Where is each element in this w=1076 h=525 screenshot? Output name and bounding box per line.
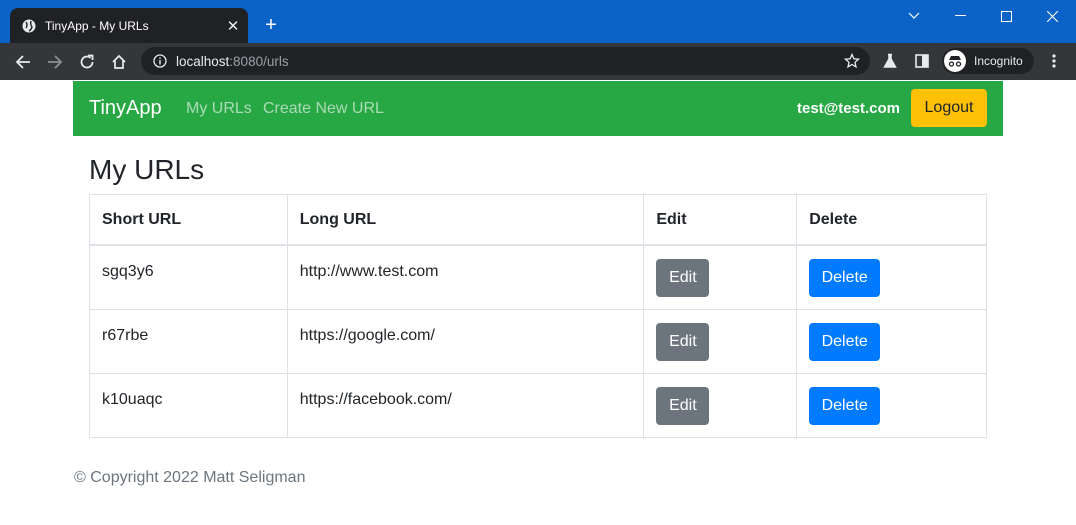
footer-copyright: © Copyright 2022 Matt Seligman [74, 469, 306, 486]
logout-button[interactable]: Logout [911, 89, 987, 127]
edit-cell: Edit [643, 372, 798, 438]
forward-icon[interactable] [44, 51, 66, 73]
edit-button[interactable]: Edit [656, 322, 710, 361]
browser-tab[interactable]: TinyApp - My URLs ✕ [10, 8, 248, 43]
table-row: k10uaqc https://facebook.com/ Edit Delet… [89, 372, 987, 438]
header-delete: Delete [796, 194, 987, 246]
short-url-cell: k10uaqc [89, 372, 288, 438]
window-close-icon[interactable] [1029, 0, 1075, 32]
back-icon[interactable] [12, 51, 34, 73]
delete-cell: Delete [796, 308, 987, 374]
labs-icon[interactable] [880, 51, 900, 71]
star-icon[interactable] [844, 53, 860, 69]
incognito-icon [944, 50, 966, 72]
incognito-badge[interactable]: Incognito [942, 48, 1034, 74]
close-icon[interactable]: ✕ [224, 17, 242, 35]
short-url-cell: r67rbe [89, 308, 288, 374]
user-email: test@test.com [797, 100, 900, 117]
browser-titlebar: TinyApp - My URLs ✕ + [0, 0, 1076, 43]
home-icon[interactable] [108, 51, 130, 73]
globe-icon [22, 19, 36, 33]
site-navbar: TinyApp My URLs Create New URL test@test… [73, 81, 1003, 136]
sidepanel-icon[interactable] [912, 51, 932, 71]
delete-cell: Delete [796, 244, 987, 310]
maximize-icon[interactable] [983, 0, 1029, 32]
table-row: sgq3y6 http://www.test.com Edit Delete [89, 244, 987, 310]
address-bar[interactable]: localhost:8080/urls [141, 47, 870, 75]
header-edit: Edit [643, 194, 798, 246]
nav-create-new-url[interactable]: Create New URL [263, 100, 384, 118]
delete-cell: Delete [796, 372, 987, 438]
table-row: r67rbe https://google.com/ Edit Delete [89, 308, 987, 374]
delete-button[interactable]: Delete [809, 258, 881, 297]
edit-cell: Edit [643, 308, 798, 374]
incognito-label: Incognito [974, 54, 1023, 68]
header-long-url: Long URL [286, 194, 645, 246]
long-url-cell: https://facebook.com/ [286, 372, 645, 438]
info-icon[interactable] [153, 54, 167, 68]
urls-table: Short URL Long URL Edit Delete sgq3y6 ht… [89, 194, 987, 438]
address-url: localhost:8080/urls [176, 53, 289, 69]
nav-my-urls[interactable]: My URLs [186, 100, 252, 118]
minimize-icon[interactable] [937, 0, 983, 32]
brand-link[interactable]: TinyApp [89, 97, 162, 120]
reload-icon[interactable] [76, 51, 98, 73]
table-header-row: Short URL Long URL Edit Delete [89, 194, 987, 246]
delete-button[interactable]: Delete [809, 386, 881, 425]
page-title: My URLs [89, 154, 205, 185]
edit-cell: Edit [643, 244, 798, 310]
edit-button[interactable]: Edit [656, 386, 710, 425]
menu-icon[interactable] [1044, 51, 1064, 71]
header-short-url: Short URL [89, 194, 288, 246]
delete-button[interactable]: Delete [809, 322, 881, 361]
plus-icon[interactable]: + [260, 14, 282, 36]
short-url-cell: sgq3y6 [89, 244, 288, 310]
edit-button[interactable]: Edit [656, 258, 710, 297]
long-url-cell: http://www.test.com [286, 244, 645, 310]
tab-title: TinyApp - My URLs [45, 18, 149, 33]
chevron-down-icon[interactable] [891, 0, 937, 32]
long-url-cell: https://google.com/ [286, 308, 645, 374]
